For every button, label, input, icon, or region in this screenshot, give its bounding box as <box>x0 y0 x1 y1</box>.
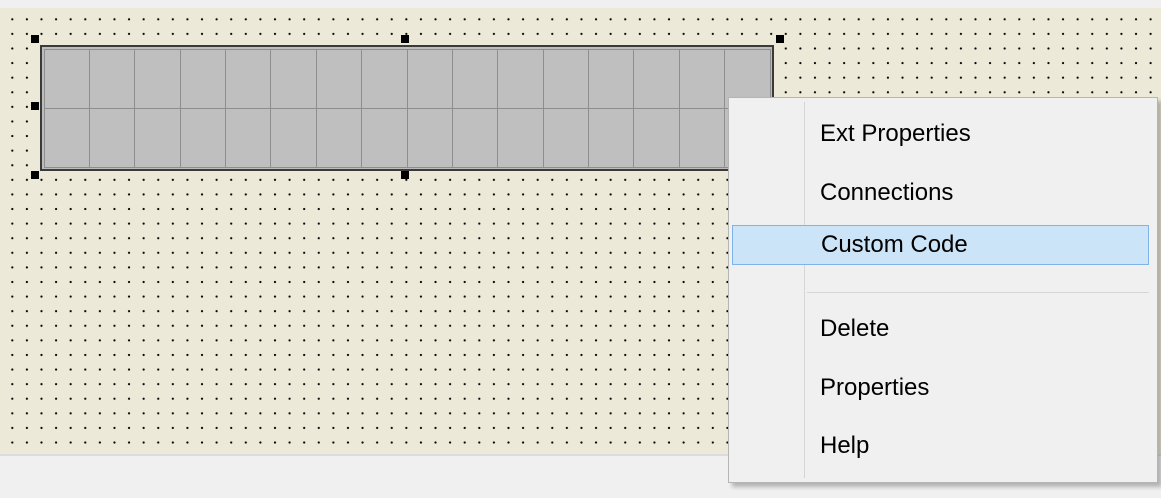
lcd-character-cell <box>361 107 408 168</box>
lcd-character-cell <box>361 48 408 109</box>
lcd-character-cell <box>134 107 181 168</box>
lcd-character-cell <box>678 107 726 168</box>
menu-item-help[interactable]: Help <box>732 426 1149 466</box>
lcd-character-cell <box>542 48 589 109</box>
menu-item-delete[interactable]: Delete <box>732 309 1149 349</box>
lcd-character-cell <box>225 107 272 168</box>
lcd-character-cell <box>43 48 90 109</box>
menu-item-ext-properties[interactable]: Ext Properties <box>732 114 1149 154</box>
menu-separator <box>807 292 1149 293</box>
menu-item-properties[interactable]: Properties <box>732 368 1149 408</box>
lcd-character-cell <box>134 48 181 109</box>
menu-item-connections[interactable]: Connections <box>732 173 1149 213</box>
lcd-character-cell <box>497 48 544 109</box>
lcd-character-cell <box>678 48 726 109</box>
resize-handle-top-middle[interactable] <box>401 35 409 43</box>
context-menu: Ext Properties Connections Custom Code D… <box>728 97 1158 483</box>
resize-handle-middle-left[interactable] <box>31 102 39 110</box>
lcd-character-cell <box>179 48 226 109</box>
lcd-character-cell <box>179 107 226 168</box>
lcd-character-cell <box>270 107 317 168</box>
lcd-character-cell <box>270 48 317 109</box>
lcd-character-cell <box>43 107 90 168</box>
lcd-character-cell <box>633 107 680 168</box>
lcd-character-cell <box>542 107 589 168</box>
resize-handle-top-left[interactable] <box>31 35 39 43</box>
lcd-character-cell <box>315 48 363 109</box>
lcd-widget[interactable] <box>40 45 774 171</box>
lcd-character-cell <box>497 107 544 168</box>
lcd-character-cell <box>588 107 635 168</box>
resize-handle-bottom-left[interactable] <box>31 171 39 179</box>
lcd-character-cell <box>406 107 453 168</box>
lcd-character-cell <box>588 48 635 109</box>
lcd-character-cell <box>88 107 136 168</box>
lcd-character-cell <box>633 48 680 109</box>
lcd-character-cell <box>451 107 499 168</box>
resize-handle-top-right[interactable] <box>776 35 784 43</box>
resize-handle-bottom-middle[interactable] <box>401 171 409 179</box>
lcd-character-cell <box>225 48 272 109</box>
menu-item-custom-code[interactable]: Custom Code <box>732 225 1149 265</box>
menu-icon-gutter <box>804 102 805 478</box>
lcd-character-cell <box>88 48 136 109</box>
lcd-character-cell <box>451 48 499 109</box>
lcd-character-cell <box>315 107 363 168</box>
lcd-character-cell <box>406 48 453 109</box>
